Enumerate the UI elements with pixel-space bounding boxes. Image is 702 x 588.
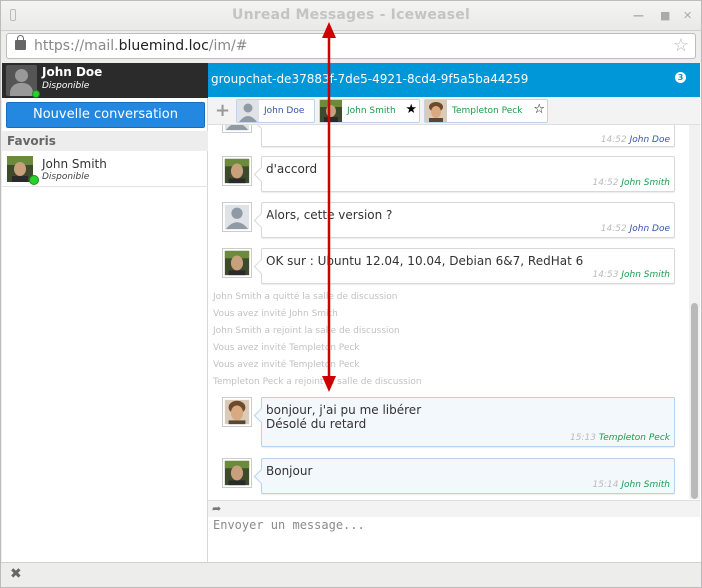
add-participant-icon[interactable]: + — [215, 100, 230, 121]
message-meta: 14:52 John Smith — [592, 178, 670, 188]
message-text: bonjour, j'ai pu me libérer Désolé du re… — [262, 398, 674, 431]
avatar — [237, 100, 259, 122]
composer-toolbar: ➦ — [208, 500, 700, 517]
favorite-star-icon[interactable]: ★ — [405, 102, 417, 117]
message-line: Désolé du retard — [266, 417, 367, 431]
contact-item[interactable]: John Smith Disponible — [2, 153, 208, 187]
message-meta: 15:13 Templeton Peck — [570, 433, 670, 443]
message-text: Bonjour — [266, 464, 313, 478]
close-findbar-icon[interactable]: ✖ — [10, 566, 22, 582]
participant-name: Templeton Peck — [452, 106, 523, 116]
participants-bar: + John Doe John Smith ★ Templeton Peck ☆ — [208, 97, 700, 125]
message-text: OK sur : Ubuntu 12.04, 10.04, Debian 6&7… — [266, 254, 584, 268]
contact-status: Disponible — [42, 172, 90, 182]
im-app: John Doe Disponible Nouvelle conversatio… — [2, 63, 701, 563]
contact-name: John Smith — [42, 157, 107, 171]
system-event: Vous avez invité Templeton Peck — [213, 343, 360, 353]
current-user[interactable]: John Doe Disponible — [2, 63, 208, 98]
message-meta: 14:52 John Doe — [600, 224, 670, 234]
message-meta: 14:53 John Smith — [592, 270, 670, 280]
lock-icon — [15, 35, 26, 50]
favorite-star-icon[interactable]: ☆ — [533, 102, 545, 117]
avatar — [222, 202, 252, 232]
message-text: Alors, cette version ? — [266, 208, 393, 222]
message-list[interactable]: 14:52 John Doe d'accord 14:52 John Smith — [208, 125, 689, 499]
participant-chip[interactable]: Templeton Peck ☆ — [424, 99, 548, 123]
online-status-icon — [29, 175, 39, 185]
avatar — [222, 156, 252, 186]
message-input[interactable]: Envoyer un message... — [208, 517, 700, 562]
message-bubble: Alors, cette version ? 14:52 John Doe — [261, 202, 675, 238]
status-bar: ✖ — [1, 562, 701, 586]
title-bar: Unread Messages - Iceweasel — ■ ✕ — [1, 1, 701, 31]
participant-chip[interactable]: John Doe — [236, 99, 315, 123]
bookmark-star-icon[interactable]: ☆ — [673, 35, 689, 56]
close-icon[interactable]: ✕ — [683, 9, 692, 22]
participant-chip[interactable]: John Smith ★ — [319, 99, 420, 123]
message-input-placeholder: Envoyer un message... — [213, 518, 365, 532]
message-bubble: d'accord 14:52 John Smith — [261, 156, 675, 192]
avatar — [425, 100, 447, 122]
new-conversation-button[interactable]: Nouvelle conversation — [6, 102, 205, 128]
participant-name: John Doe — [264, 106, 305, 116]
current-user-status[interactable]: Disponible — [42, 81, 89, 91]
maximize-icon[interactable]: ■ — [660, 9, 670, 22]
avatar — [320, 100, 342, 122]
favorites-header: Favoris — [2, 131, 208, 151]
scrollbar-thumb[interactable] — [691, 303, 698, 499]
system-event: Vous avez invité John Smith — [213, 309, 338, 319]
current-user-name: John Doe — [42, 65, 103, 79]
system-event: John Smith a quitté la salle de discussi… — [213, 292, 398, 302]
chat-header: groupchat-de37883f-7de5-4921-8cd4-9f5a5b… — [208, 63, 700, 97]
online-status-icon — [32, 90, 40, 98]
avatar — [222, 248, 252, 278]
avatar — [222, 397, 252, 427]
group-chat-name: groupchat-de37883f-7de5-4921-8cd4-9f5a5b… — [211, 72, 529, 86]
message-bubble: 14:52 John Doe — [261, 125, 675, 147]
system-event: Templeton Peck a rejoint la salle de dis… — [213, 377, 422, 387]
message-text — [262, 125, 674, 133]
message-meta: 14:52 John Doe — [600, 135, 670, 145]
message-line: bonjour, j'ai pu me libérer — [266, 403, 422, 417]
system-event: John Smith a rejoint la salle de discuss… — [213, 326, 400, 336]
message-bubble: Bonjour 15:14 John Smith — [261, 458, 675, 494]
minimize-icon[interactable]: — — [633, 9, 644, 22]
url-text[interactable]: https://mail.bluemind.loc/im/# — [34, 38, 248, 54]
message-bubble: bonjour, j'ai pu me libérer Désolé du re… — [261, 397, 675, 447]
avatar — [222, 458, 252, 488]
system-event: Vous avez invité Templeton Peck — [213, 360, 360, 370]
reply-arrow-icon[interactable]: ➦ — [212, 502, 221, 515]
window-title: Unread Messages - Iceweasel — [232, 7, 470, 23]
message-text: d'accord — [266, 162, 318, 176]
message-meta: 15:14 John Smith — [592, 480, 670, 490]
unread-count-badge[interactable]: 3 — [675, 72, 686, 83]
message-bubble: OK sur : Ubuntu 12.04, 10.04, Debian 6&7… — [261, 248, 675, 284]
browser-window: Unread Messages - Iceweasel — ■ ✕ https:… — [0, 0, 702, 588]
avatar — [222, 125, 252, 133]
participant-name: John Smith — [347, 106, 396, 116]
url-bar[interactable]: https://mail.bluemind.loc/im/# ☆ — [6, 33, 696, 59]
sidebar: John Doe Disponible Nouvelle conversatio… — [2, 63, 208, 563]
